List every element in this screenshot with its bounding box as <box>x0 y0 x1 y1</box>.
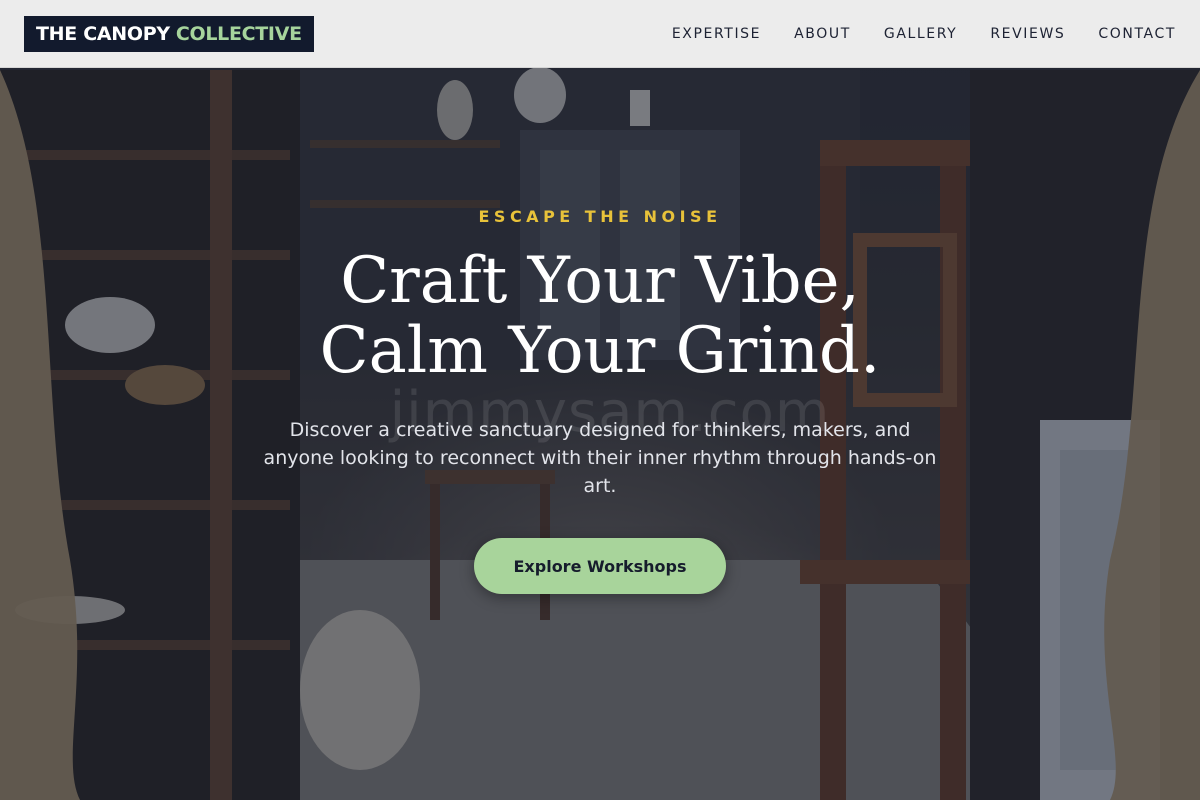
logo-text-primary: THE CANOPY <box>36 23 170 45</box>
site-header: THE CANOPY COLLECTIVE EXPERTISE ABOUT GA… <box>0 0 1200 68</box>
hero-headline: Craft Your Vibe, Calm Your Grind. <box>0 246 1200 386</box>
site-logo[interactable]: THE CANOPY COLLECTIVE <box>24 16 314 52</box>
nav-link-reviews[interactable]: REVIEWS <box>990 26 1065 42</box>
hero-headline-line2: Calm Your Grind. <box>319 314 881 388</box>
nav-link-gallery[interactable]: GALLERY <box>884 26 957 42</box>
nav-link-contact[interactable]: CONTACT <box>1098 26 1176 42</box>
explore-workshops-button[interactable]: Explore Workshops <box>474 538 726 594</box>
nav-link-expertise[interactable]: EXPERTISE <box>672 26 761 42</box>
hero-headline-line1: Craft Your Vibe, <box>340 244 860 318</box>
hero-eyebrow: ESCAPE THE NOISE <box>478 207 722 226</box>
hero-section: jimmysam.com ESCAPE THE NOISE Craft Your… <box>0 0 1200 800</box>
main-nav: EXPERTISE ABOUT GALLERY REVIEWS CONTACT <box>672 0 1176 68</box>
nav-link-about[interactable]: ABOUT <box>794 26 851 42</box>
logo-text-accent: COLLECTIVE <box>175 23 302 45</box>
hero-description: Discover a creative sanctuary designed f… <box>263 419 937 497</box>
